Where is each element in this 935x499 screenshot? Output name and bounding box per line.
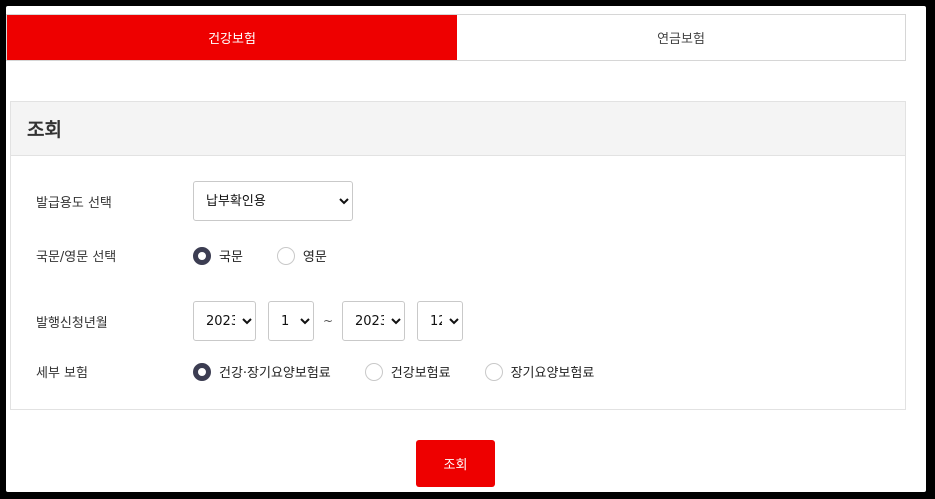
purpose-select[interactable]: 납부확인용	[193, 181, 353, 221]
from-month-select[interactable]: 1	[268, 301, 314, 341]
radio-korean-indicator[interactable]	[193, 246, 211, 265]
purpose-row: 발급용도 선택 납부확인용	[36, 181, 353, 221]
from-year-select[interactable]: 2023	[193, 301, 256, 341]
insurance-tabs: 건강보험 연금보험	[6, 14, 906, 61]
radio-korean-label: 국문	[219, 250, 243, 265]
period-row: 발행신청년월 2023 1 ~ 2023 12	[36, 301, 463, 341]
to-year-select[interactable]: 2023	[342, 301, 405, 341]
search-panel: 조회 발급용도 선택 납부확인용 국문/영문 선택 국문 영문 발행신청년월 2	[10, 101, 906, 410]
radio-health[interactable]: 건강보험료	[364, 362, 451, 381]
radio-ltc-indicator[interactable]	[484, 362, 503, 381]
tab-health-insurance[interactable]: 건강보험	[7, 15, 457, 60]
radio-health-ltc-indicator[interactable]	[193, 362, 211, 381]
radio-health-ltc-label: 건강·장기요양보험료	[219, 366, 331, 381]
search-button[interactable]: 조회	[416, 440, 495, 487]
panel-title: 조회	[11, 102, 905, 156]
radio-ltc[interactable]: 장기요양보험료	[484, 362, 595, 381]
tab-label: 건강보험	[208, 32, 256, 47]
tab-label: 연금보험	[657, 32, 705, 47]
radio-korean[interactable]: 국문	[193, 246, 243, 265]
detail-row: 세부 보험 건강·장기요양보험료 건강보험료 장기요양보험료	[36, 362, 628, 381]
detail-label: 세부 보험	[36, 366, 88, 381]
period-label: 발행신청년월	[36, 315, 108, 331]
window: 건강보험 연금보험 조회 발급용도 선택 납부확인용 국문/영문 선택 국문 영…	[6, 6, 926, 492]
purpose-label: 발급용도 선택	[36, 195, 112, 211]
radio-english-indicator[interactable]	[276, 246, 295, 265]
period-separator: ~	[322, 314, 334, 328]
radio-english-label: 영문	[302, 250, 327, 265]
radio-ltc-label: 장기요양보험료	[510, 366, 595, 381]
to-month-select[interactable]: 12	[417, 301, 463, 341]
radio-health-label: 건강보험료	[390, 366, 451, 381]
radio-health-ltc[interactable]: 건강·장기요양보험료	[193, 362, 331, 381]
radio-health-indicator[interactable]	[364, 362, 383, 381]
radio-english[interactable]: 영문	[276, 246, 327, 265]
language-row: 국문/영문 선택 국문 영문	[36, 246, 361, 265]
tab-pension-insurance[interactable]: 연금보험	[457, 15, 905, 60]
language-label: 국문/영문 선택	[36, 250, 117, 265]
